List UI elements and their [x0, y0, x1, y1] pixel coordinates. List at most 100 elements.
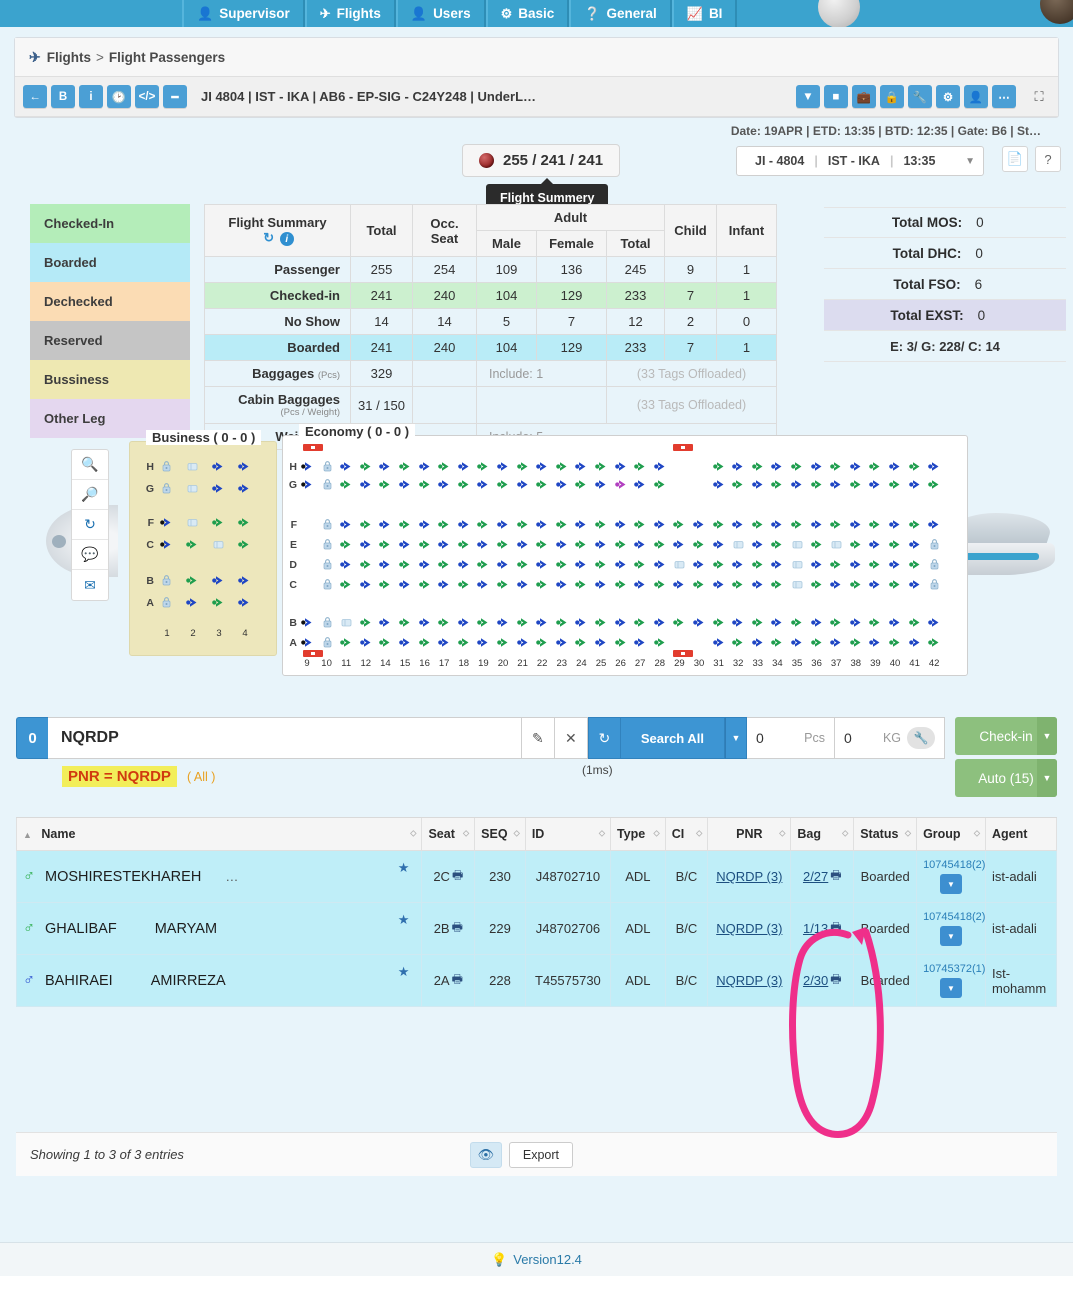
seat-icon[interactable]: [516, 578, 530, 591]
seat-icon[interactable]: [771, 578, 784, 591]
seat-icon[interactable]: [497, 636, 510, 649]
seat-icon[interactable]: [555, 578, 569, 591]
filter-icon[interactable]: ▼: [796, 85, 820, 108]
seat-icon[interactable]: [869, 460, 882, 473]
seat-icon[interactable]: [160, 482, 173, 495]
seat-icon[interactable]: [791, 616, 804, 629]
seat-icon[interactable]: [830, 636, 843, 649]
seat-icon[interactable]: [928, 538, 941, 551]
seat-icon[interactable]: [673, 558, 686, 571]
bag-link[interactable]: 1/13: [803, 921, 828, 936]
seat-icon[interactable]: [438, 578, 451, 591]
column-header-pnr[interactable]: PNR ◇: [707, 818, 792, 851]
pencil-icon[interactable]: ✎: [521, 717, 555, 759]
seat-icon[interactable]: [908, 460, 922, 473]
seat-icon[interactable]: [555, 558, 569, 571]
seat-icon[interactable]: [477, 478, 490, 491]
group-expand-icon[interactable]: ▼: [940, 874, 963, 894]
seat-icon[interactable]: [810, 478, 824, 491]
seat-icon[interactable]: [771, 616, 784, 629]
seat-icon[interactable]: [379, 478, 392, 491]
seat-icon[interactable]: [238, 516, 251, 529]
seat-icon[interactable]: [614, 578, 628, 591]
export-button[interactable]: Export: [508, 1141, 573, 1168]
seat-icon[interactable]: [160, 516, 173, 529]
seat-icon[interactable]: [810, 616, 824, 629]
seat-icon[interactable]: [555, 518, 569, 531]
seat-icon[interactable]: [634, 578, 647, 591]
seat-icon[interactable]: [771, 538, 784, 551]
seat-icon[interactable]: [186, 538, 199, 551]
nav-tab-general[interactable]: ❔ General: [569, 0, 672, 27]
seat-icon[interactable]: [438, 636, 451, 649]
seat-icon[interactable]: [497, 478, 510, 491]
seat-icon[interactable]: [869, 616, 882, 629]
seat-icon[interactable]: [186, 460, 199, 473]
seat-icon[interactable]: [810, 460, 824, 473]
seat-icon[interactable]: [653, 578, 667, 591]
seat-icon[interactable]: [928, 478, 941, 491]
chevron-down-icon[interactable]: ▼: [725, 717, 747, 759]
seat-icon[interactable]: [732, 518, 745, 531]
seat-icon[interactable]: [497, 460, 510, 473]
seat-icon[interactable]: [212, 516, 225, 529]
seat-icon[interactable]: [712, 460, 726, 473]
printer-icon[interactable]: 🖶: [830, 970, 841, 991]
close-icon[interactable]: ✕: [554, 717, 588, 759]
seat-icon[interactable]: [908, 636, 922, 649]
check-in-button[interactable]: Check-in ▼: [955, 717, 1057, 755]
seat-icon[interactable]: [830, 518, 843, 531]
seat-icon[interactable]: [732, 478, 745, 491]
column-header-ci[interactable]: CI ◇: [664, 818, 709, 851]
legend-item-dechecked[interactable]: Dechecked: [30, 282, 190, 321]
seat-icon[interactable]: [751, 460, 765, 473]
seat-icon[interactable]: [869, 578, 882, 591]
seat-icon[interactable]: [693, 538, 706, 551]
legend-item-boarded[interactable]: Boarded: [30, 243, 190, 282]
seat-icon[interactable]: [693, 558, 706, 571]
seat-icon[interactable]: [477, 538, 490, 551]
seat-icon[interactable]: [536, 616, 549, 629]
bold-b-button[interactable]: B: [51, 85, 75, 108]
seat-icon[interactable]: [908, 478, 922, 491]
seat-icon[interactable]: [751, 578, 765, 591]
wrench-icon[interactable]: 🔧: [907, 727, 935, 749]
seat-icon[interactable]: [379, 578, 392, 591]
seat-icon[interactable]: [399, 460, 412, 473]
column-header-group[interactable]: Group ◇: [916, 818, 986, 851]
seat-icon[interactable]: [418, 578, 432, 591]
seat-icon[interactable]: [212, 482, 225, 495]
printer-icon[interactable]: 🖶: [830, 918, 841, 939]
seat-icon[interactable]: [928, 636, 941, 649]
seat-icon[interactable]: [653, 616, 667, 629]
ellipsis-icon[interactable]: ⋯: [992, 85, 1016, 108]
seat-icon[interactable]: [477, 578, 490, 591]
printer-icon[interactable]: 🖶: [830, 866, 841, 887]
wrench-icon[interactable]: 🔧: [908, 85, 932, 108]
seat-icon[interactable]: [497, 518, 510, 531]
seat-icon[interactable]: [575, 636, 588, 649]
zoom-out-icon[interactable]: 🔎: [72, 480, 108, 510]
seat-icon[interactable]: [359, 538, 373, 551]
seat-icon[interactable]: [160, 538, 173, 551]
seat-icon[interactable]: [791, 460, 804, 473]
seat-icon[interactable]: [340, 518, 353, 531]
seat-icon[interactable]: [771, 636, 784, 649]
seat-icon[interactable]: [359, 558, 373, 571]
seat-icon[interactable]: [673, 538, 686, 551]
printer-icon[interactable]: 🖶: [452, 918, 463, 939]
seat-icon[interactable]: [889, 538, 902, 551]
seat-icon[interactable]: [379, 538, 392, 551]
seat-icon[interactable]: [457, 558, 471, 571]
seat-icon[interactable]: [457, 460, 471, 473]
seat-icon[interactable]: [614, 616, 628, 629]
seat-icon[interactable]: [186, 596, 199, 609]
pnr-link[interactable]: NQRDP (3): [716, 869, 782, 884]
seat-icon[interactable]: [849, 478, 863, 491]
seat-icon[interactable]: [516, 636, 530, 649]
seat-icon[interactable]: [399, 636, 412, 649]
seat-icon[interactable]: [614, 518, 628, 531]
seat-icon[interactable]: [497, 558, 510, 571]
seat-icon[interactable]: [555, 478, 569, 491]
pcs-input[interactable]: 0 Pcs: [747, 717, 835, 759]
